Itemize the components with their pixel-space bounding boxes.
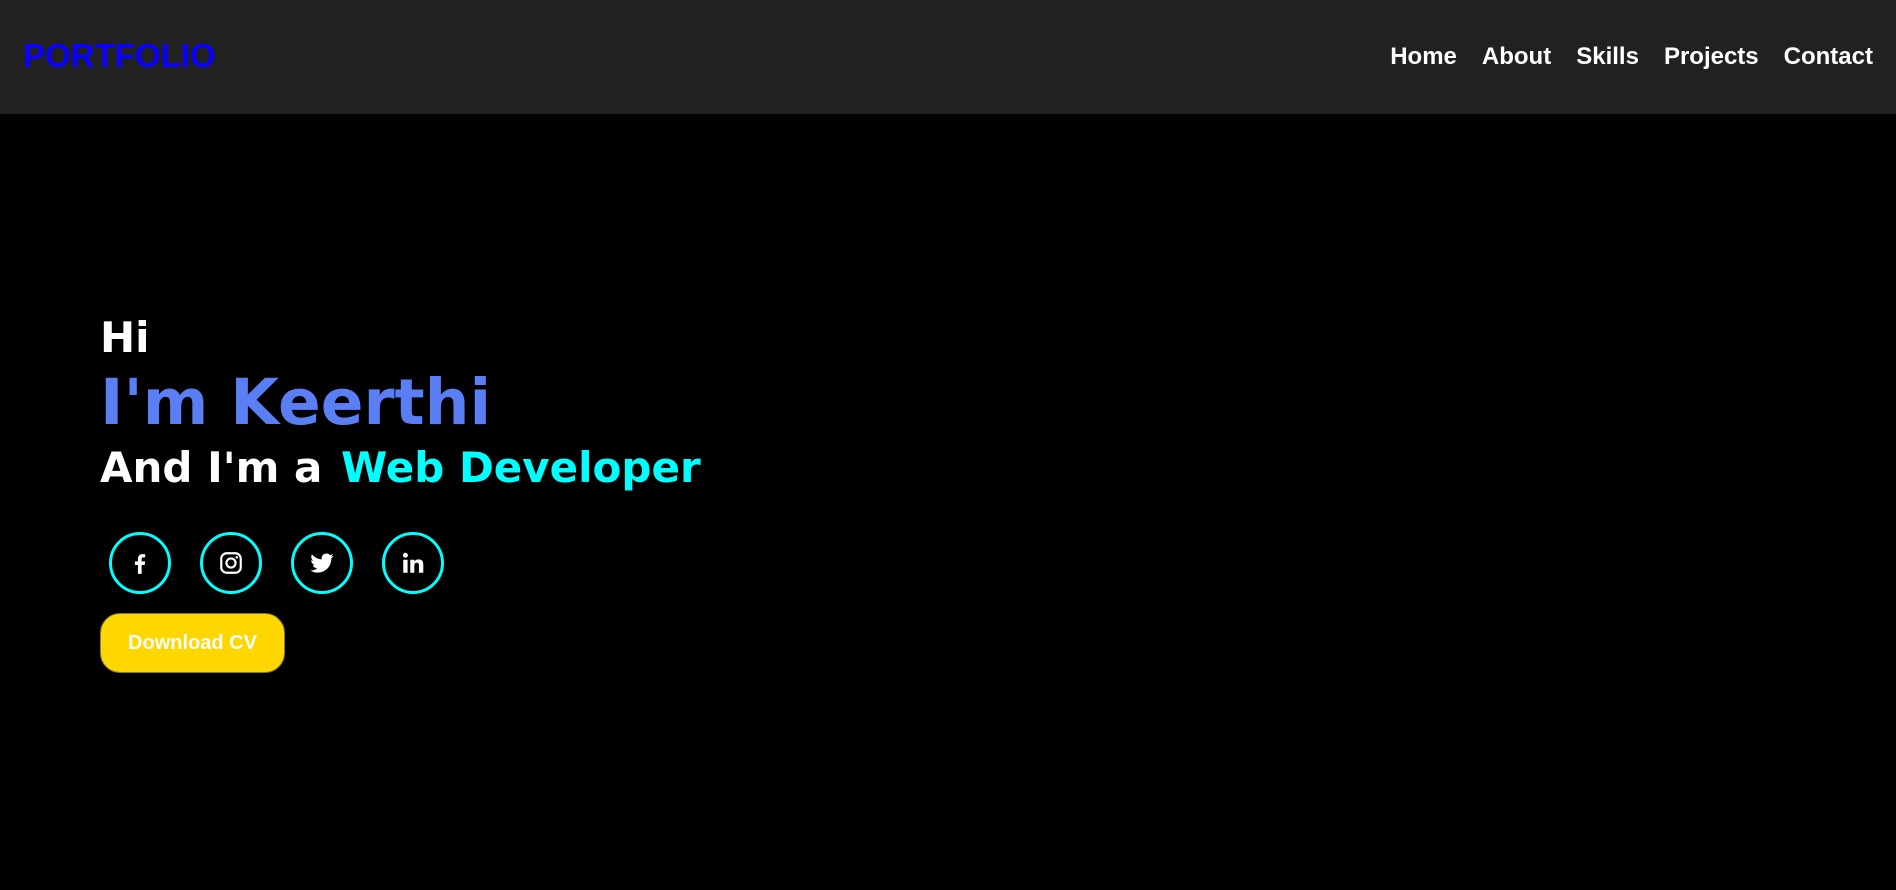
role-line: And I'm a Web Developer [100,440,701,496]
greeting-text: Hi [100,313,150,362]
main-nav: Home About Skills Projects Contact [1365,42,1873,72]
role-prefix: And I'm a [100,443,323,492]
linkedin-icon [402,552,424,573]
nav-skills-link[interactable]: Skills [1576,42,1639,72]
nav-projects-link[interactable]: Projects [1664,42,1759,72]
site-header: PORTFOLIO Home About Skills Projects Con… [0,0,1896,114]
social-links [109,532,473,594]
download-cv-button[interactable]: Download CV [100,613,285,673]
facebook-icon [134,554,146,574]
twitter-icon [310,553,334,573]
logo-link[interactable]: PORTFOLIO [23,36,216,76]
instagram-link[interactable] [200,532,262,594]
name-heading: I'm Keerthi [100,366,492,439]
facebook-link[interactable] [109,532,171,594]
nav-about-link[interactable]: About [1482,42,1551,72]
instagram-icon [220,552,242,574]
twitter-link[interactable] [291,532,353,594]
nav-contact-link[interactable]: Contact [1784,42,1873,72]
nav-home-link[interactable]: Home [1390,42,1457,72]
profession-text: Web Developer [340,443,701,492]
linkedin-link[interactable] [382,532,444,594]
